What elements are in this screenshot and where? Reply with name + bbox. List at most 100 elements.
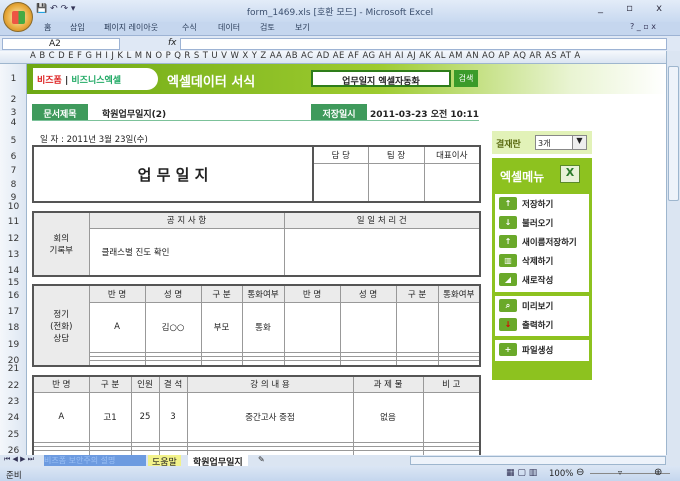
menu-title: 엑셀메뉴 — [500, 170, 545, 184]
approval-dropdown[interactable]: 3개 ▼ — [535, 135, 587, 150]
cell[interactable]: 김○○ — [144, 301, 202, 353]
cell[interactable]: A — [32, 391, 90, 443]
tab-review[interactable]: 검토 — [260, 22, 275, 33]
cell[interactable] — [395, 359, 439, 367]
row-number[interactable]: 7 — [0, 166, 27, 176]
banner-search-button[interactable]: 검색 — [454, 70, 478, 87]
chevron-down-icon[interactable]: ▼ — [572, 136, 586, 149]
approval-table: 업 무 일 지 담 당팀 장 대표이사 — [32, 145, 481, 203]
approval-label: 결재란 — [496, 140, 521, 150]
row-number[interactable]: 2 — [0, 95, 27, 105]
row-number[interactable]: 15 — [0, 278, 27, 288]
cell[interactable] — [339, 301, 397, 353]
row-number[interactable]: 10 — [0, 202, 27, 212]
sheet-tab-active[interactable]: 학원업무일지 — [188, 455, 248, 468]
insert-sheet-icon[interactable]: ✎ — [258, 455, 265, 464]
menu-label: 새로작성 — [522, 275, 554, 286]
cell[interactable]: 중간고사 중점 — [186, 391, 354, 443]
cell[interactable] — [144, 359, 202, 367]
tab-insert[interactable]: 삽입 — [70, 22, 85, 33]
cell[interactable]: 3 — [158, 391, 188, 443]
row-number[interactable]: 23 — [0, 397, 27, 407]
cell[interactable]: 25 — [130, 391, 160, 443]
cell[interactable] — [437, 301, 481, 353]
cell[interactable]: 부모 — [200, 301, 243, 353]
window-controls[interactable]: _ ▫ x — [598, 3, 672, 14]
row-headers[interactable]: 1 2 3 4 5 6 7 8 9 10 11 12 13 14 15 16 17 18 19 20 21 22 23 24 2… — [0, 64, 27, 456]
zoom-level[interactable]: 100% — [549, 469, 573, 479]
row-number[interactable]: 5 — [0, 136, 27, 146]
zoom-slider-thumb[interactable]: ▿ — [618, 468, 622, 477]
notice-cell[interactable]: 클래스별 진도 확인 — [88, 227, 285, 277]
tab-nav-arrows[interactable]: ⏮ ◀ ▶ ⏭ — [4, 455, 34, 464]
row-number[interactable]: 22 — [0, 381, 27, 391]
row-number[interactable]: 16 — [0, 291, 27, 301]
menu-delete[interactable]: ▥ 삭제하기 — [495, 251, 589, 270]
menu-save-as[interactable]: ↑ 새이름저장하기 — [495, 232, 589, 251]
horizontal-scrollbar[interactable] — [410, 456, 666, 465]
tab-home[interactable]: 홈 — [44, 22, 51, 33]
cell[interactable] — [422, 391, 481, 443]
cell[interactable] — [283, 301, 341, 353]
cell[interactable]: 고1 — [88, 391, 132, 443]
tab-view[interactable]: 보기 — [295, 22, 310, 33]
row-number[interactable]: 6 — [0, 152, 27, 162]
cell[interactable]: 없음 — [352, 391, 424, 443]
column-headers[interactable]: A B C D E F G H I J K L M N O P Q R S T … — [0, 51, 666, 64]
row-number[interactable]: 17 — [0, 307, 27, 317]
menu-preview[interactable]: ⌕ 미리보기 — [495, 296, 589, 315]
tab-data[interactable]: 데이터 — [218, 22, 240, 33]
consult-header: 통화여부 — [437, 284, 481, 303]
cell[interactable]: A — [88, 301, 146, 353]
saved-label: 저장일시 — [311, 104, 367, 120]
cell[interactable] — [395, 301, 439, 353]
row-number[interactable]: 25 — [0, 430, 27, 440]
approval-cell[interactable] — [423, 162, 481, 203]
row-number[interactable]: 11 — [0, 217, 27, 227]
row-number[interactable]: 8 — [0, 180, 27, 190]
approval-cell[interactable] — [367, 162, 425, 203]
row-number[interactable]: 19 — [0, 340, 27, 350]
zoom-in-icon[interactable]: ⊕ — [654, 467, 662, 478]
banner-search-input[interactable]: 업무일지 엑셀자동화 — [311, 70, 451, 87]
cell[interactable] — [241, 359, 285, 367]
row-number[interactable]: 1 — [0, 74, 27, 84]
menu-save[interactable]: ↑ 저장하기 — [495, 194, 589, 213]
row-number[interactable]: 3 — [0, 108, 27, 118]
approval-cell[interactable] — [312, 162, 369, 203]
office-button[interactable] — [3, 2, 33, 32]
zoom-out-icon[interactable]: ⊖ — [576, 467, 584, 478]
row-number[interactable]: 13 — [0, 250, 27, 260]
daily-cell[interactable] — [283, 227, 481, 277]
cell[interactable] — [200, 359, 243, 367]
menu-new[interactable]: ◢ 새로작성 — [495, 270, 589, 289]
vertical-scrollbar[interactable] — [666, 51, 680, 455]
menu-open[interactable]: ↓ 불러오기 — [495, 213, 589, 232]
function-icon[interactable]: fx — [168, 38, 177, 48]
cell[interactable] — [339, 359, 397, 367]
row-number[interactable]: 12 — [0, 234, 27, 244]
approval-header: 팀 장 — [367, 145, 425, 164]
row-number[interactable]: 14 — [0, 266, 27, 276]
menu-create-file[interactable]: + 파일생성 — [495, 340, 589, 359]
formula-input[interactable] — [180, 38, 667, 50]
date-line: 일 자 : 2011년 3월 23일(수) — [40, 135, 148, 145]
row-number[interactable]: 4 — [0, 118, 27, 128]
cell[interactable] — [437, 359, 481, 367]
scroll-thumb[interactable] — [668, 66, 679, 201]
view-buttons[interactable]: ▦ ▢ ▥ — [506, 468, 537, 478]
bizforms-logo[interactable]: 비즈폼 | 비즈니스엑셀 — [33, 68, 158, 90]
tab-page-layout[interactable]: 페이지 레이아웃 — [104, 22, 158, 33]
name-box[interactable]: A2 — [2, 38, 120, 50]
cell[interactable] — [283, 359, 341, 367]
tab-formulas[interactable]: 수식 — [182, 22, 197, 33]
cell[interactable]: 통화 — [241, 301, 285, 353]
menu-print[interactable]: ↓ 출력하기 — [495, 315, 589, 334]
sheet-tab[interactable]: 도움말 — [148, 455, 181, 468]
cell[interactable] — [88, 359, 146, 367]
help-icon[interactable]: ? _ ▫ x — [630, 22, 656, 31]
sheet-tab[interactable]: 비즈폼 보안주의 설명 — [44, 455, 146, 466]
row-number[interactable]: 21 — [0, 364, 27, 374]
row-number[interactable]: 18 — [0, 323, 27, 333]
row-number[interactable]: 24 — [0, 413, 27, 423]
